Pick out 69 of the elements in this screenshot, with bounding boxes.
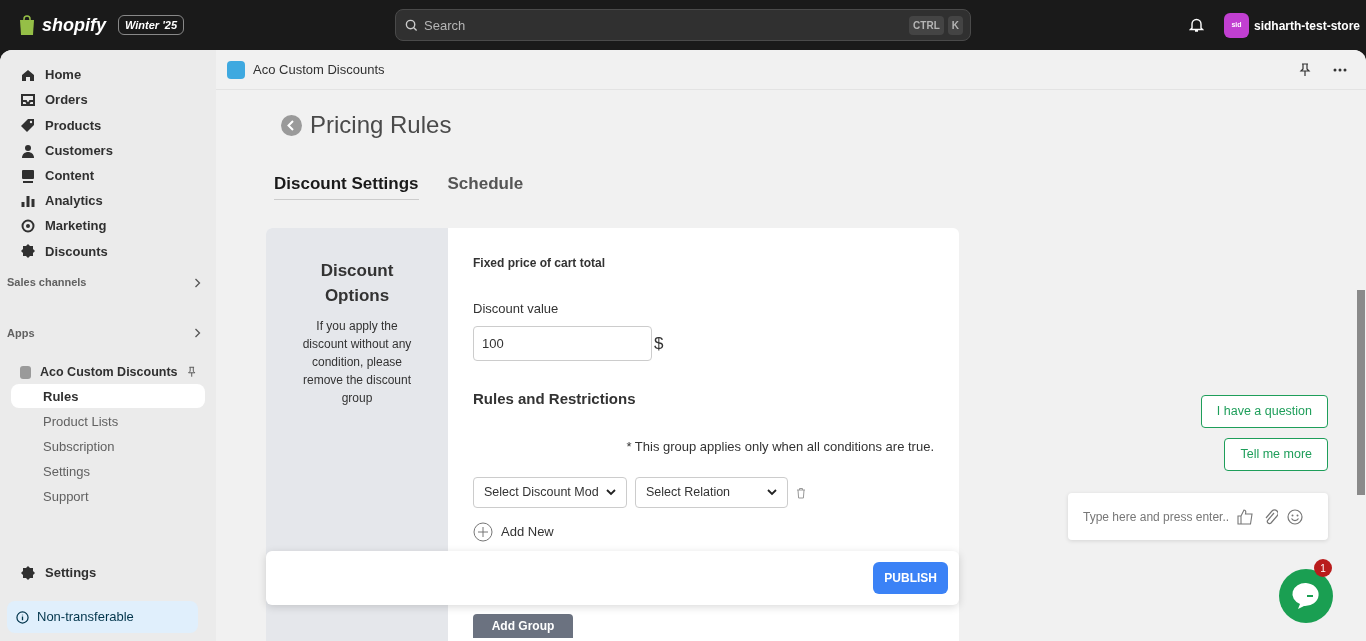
pin-icon[interactable] [186, 365, 196, 380]
sidebar-item[interactable]: Marketing [11, 214, 205, 239]
app-logo-icon [227, 60, 245, 79]
tag-icon [20, 117, 36, 134]
field-label: Discount value [473, 299, 560, 318]
sidebar-item[interactable]: Support [11, 485, 205, 510]
bell-icon[interactable] [1189, 17, 1204, 33]
page-title: Pricing Rules [310, 110, 452, 140]
plus-circle-icon[interactable] [473, 522, 493, 542]
sidebar-item[interactable]: Rules [11, 384, 205, 409]
section-header[interactable]: Sales channels [7, 274, 205, 291]
discount-value-field[interactable]: 100 [473, 326, 652, 361]
person-icon [20, 142, 36, 159]
app-icon [20, 365, 32, 379]
sidebar-item[interactable]: Discounts [11, 239, 205, 264]
chevron-right-icon [194, 328, 201, 339]
section-title: Rules and Restrictions [473, 389, 637, 409]
more-icon[interactable] [1333, 67, 1347, 72]
chevron-down-icon [767, 489, 777, 496]
options-description: If you apply the discount without any condition, please remove the discount group [301, 317, 413, 407]
quick-reply-button[interactable]: I have a question [1200, 395, 1328, 428]
paperclip-icon[interactable] [1263, 508, 1278, 525]
target-icon [20, 218, 36, 235]
add-group-button[interactable]: Add Group [473, 614, 573, 638]
notice-banner[interactable]: Non-transferable [7, 601, 198, 633]
discount-icon [20, 243, 36, 260]
edition-badge: Winter '25 [118, 14, 185, 36]
shortcut-key: CTRL [909, 16, 944, 35]
conditions-note: * This group applies only when all conditions are true. [625, 437, 934, 456]
tab[interactable]: Schedule [447, 171, 524, 200]
sidebar-item[interactable]: Orders [11, 88, 205, 113]
select-dropdown[interactable]: Select Relation [635, 477, 788, 508]
sidebar-item[interactable]: Analytics [11, 188, 205, 213]
sidebar-item[interactable]: Subscription [11, 434, 205, 459]
currency-symbol: $ [654, 332, 664, 355]
store-name[interactable]: sidharth-test-store [1254, 16, 1360, 35]
shopping-bag-icon [18, 15, 36, 35]
brand-name: shopify [42, 13, 106, 37]
smiley-icon[interactable] [1287, 508, 1303, 525]
sidebar-item[interactable]: Product Lists [11, 409, 205, 434]
home-icon [20, 67, 36, 83]
app-title: Aco Custom Discounts [253, 60, 385, 79]
sidebar-item[interactable]: Home [11, 63, 205, 87]
sidebar-item[interactable]: Customers [11, 138, 205, 163]
options-title: Discount Options [319, 259, 395, 307]
quick-reply-button[interactable]: Tell me more [1224, 438, 1328, 471]
content-icon [20, 167, 36, 184]
tab[interactable]: Discount Settings [274, 171, 419, 200]
search-icon [405, 19, 418, 32]
message-input-field[interactable]: Type here and press enter.. [1083, 507, 1228, 526]
chevron-right-icon [194, 277, 201, 288]
sidebar-item[interactable]: Content [11, 163, 205, 188]
thumbs-up-icon[interactable] [1237, 508, 1254, 525]
notification-badge: 1 [1314, 559, 1332, 577]
section-header[interactable]: Apps [7, 324, 205, 342]
publish-button[interactable]: PUBLISH [873, 562, 948, 594]
info-icon [16, 610, 29, 624]
sidebar-item[interactable]: Aco Custom Discounts [40, 362, 178, 382]
orders-icon [20, 92, 36, 109]
pin-icon[interactable] [1299, 62, 1311, 77]
sidebar-item[interactable]: Settings [45, 563, 97, 583]
back-icon[interactable] [281, 114, 302, 136]
add-new-link[interactable]: Add New [501, 522, 554, 542]
trash-icon[interactable] [796, 486, 806, 499]
sidebar-item[interactable]: Products [11, 113, 205, 138]
discount-type: Fixed price of cart total [473, 254, 607, 272]
sidebar-item[interactable]: Settings [11, 459, 205, 484]
select-dropdown[interactable]: Select Discount Mod [473, 477, 627, 508]
chevron-down-icon [606, 489, 616, 496]
